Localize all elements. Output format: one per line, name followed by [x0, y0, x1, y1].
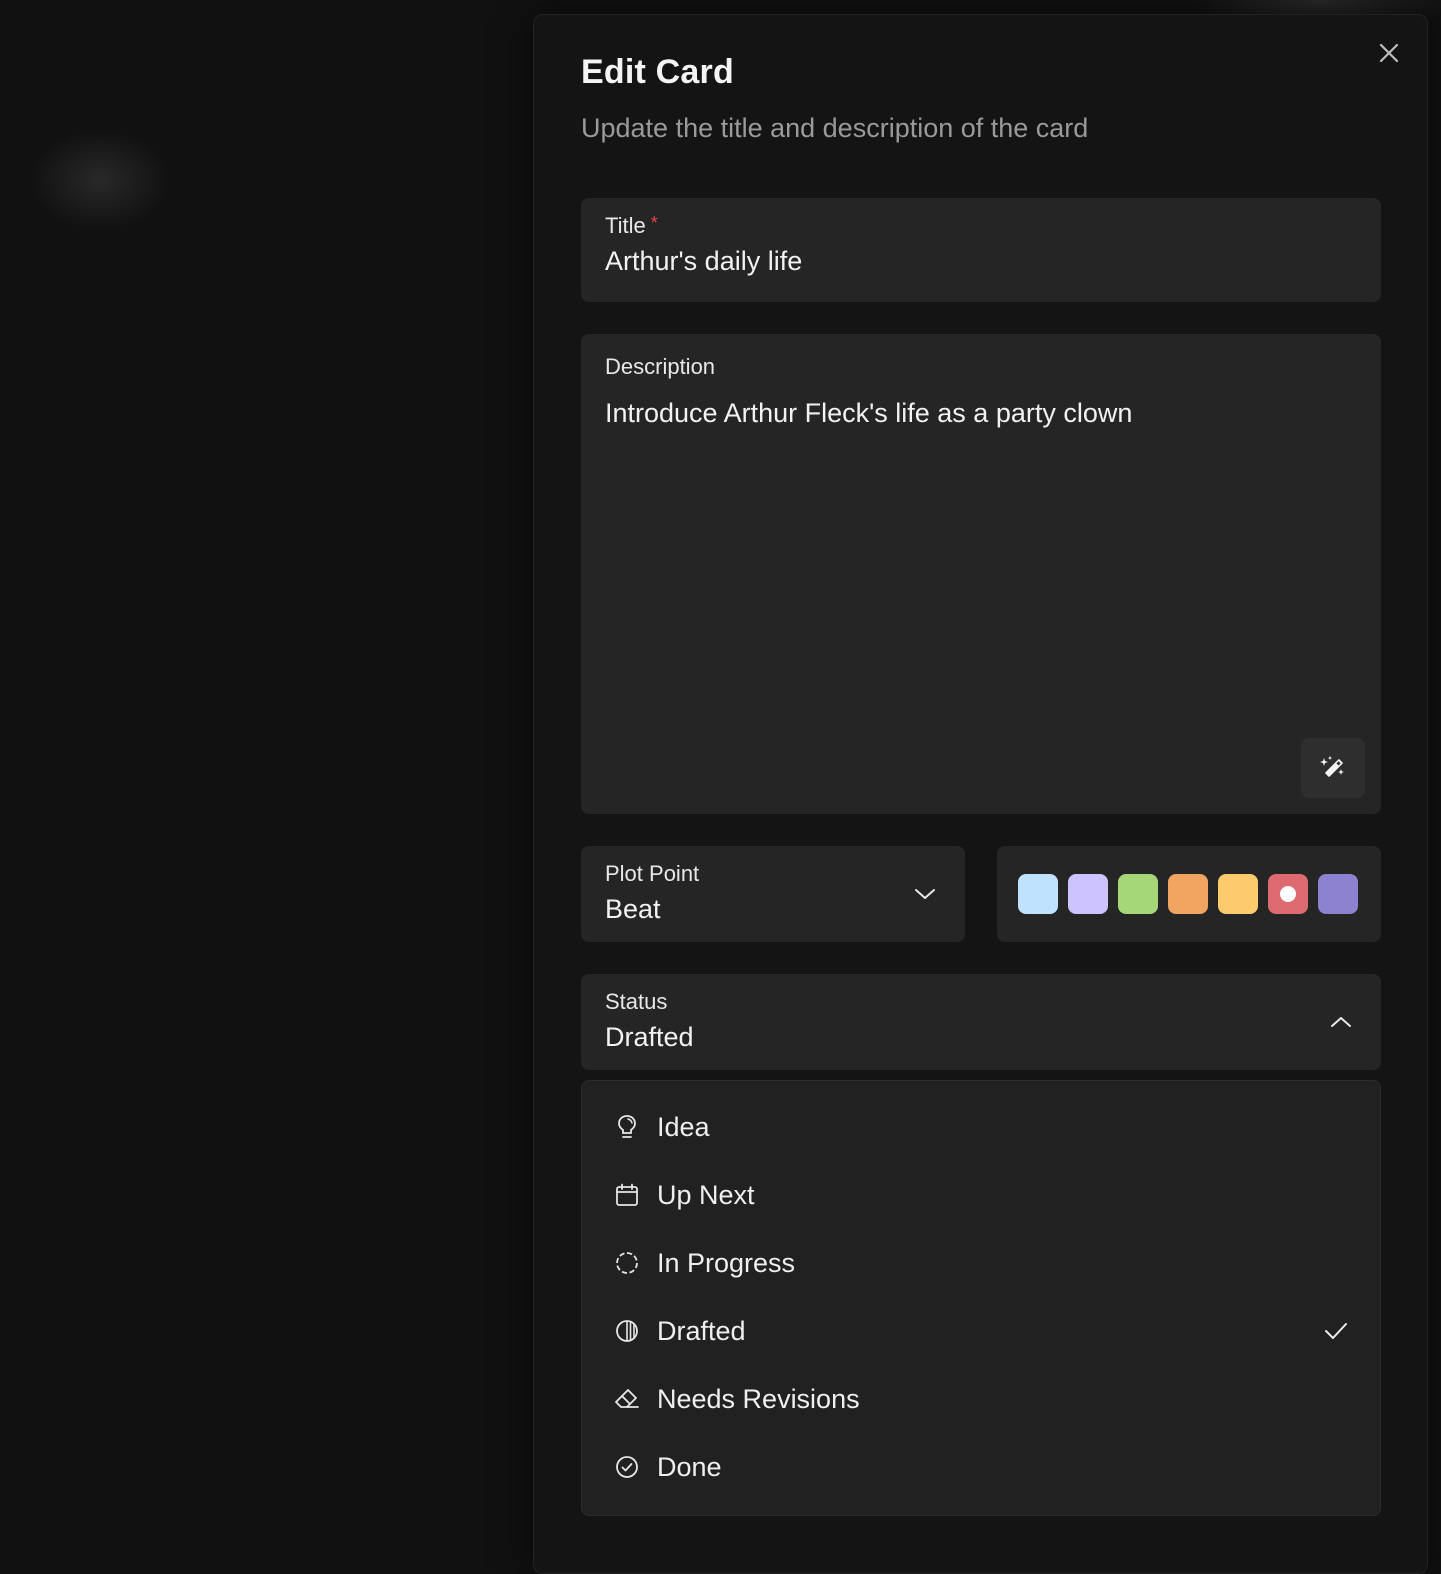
color-swatch-purple[interactable]	[1318, 874, 1358, 914]
color-swatch-red[interactable]	[1268, 874, 1308, 914]
status-option-label: Done	[657, 1452, 722, 1483]
color-swatch-yellow[interactable]	[1218, 874, 1258, 914]
title-label: Title*	[605, 213, 658, 239]
status-option-drafted[interactable]: Drafted	[582, 1297, 1380, 1365]
status-option-up-next[interactable]: Up Next	[582, 1161, 1380, 1229]
chevron-up-icon	[1329, 1010, 1353, 1034]
status-option-label: Idea	[657, 1112, 710, 1143]
ai-generate-button[interactable]	[1301, 738, 1365, 798]
color-swatch-orange[interactable]	[1168, 874, 1208, 914]
color-picker	[997, 846, 1381, 942]
chevron-down-icon	[913, 882, 937, 906]
description-textarea[interactable]: Introduce Arthur Fleck's life as a party…	[605, 398, 1132, 429]
check-circle-icon	[614, 1454, 640, 1480]
status-option-label: In Progress	[657, 1248, 795, 1279]
status-option-label: Up Next	[657, 1180, 755, 1211]
plot-point-select[interactable]: Plot Point Beat	[581, 846, 965, 942]
magic-wand-icon	[1319, 754, 1347, 782]
edit-card-dialog: Edit Card Update the title and descripti…	[533, 14, 1428, 1574]
half-circle-icon	[614, 1318, 640, 1344]
dialog-title: Edit Card	[581, 53, 734, 92]
status-option-done[interactable]: Done	[582, 1433, 1380, 1501]
eraser-icon	[614, 1386, 640, 1412]
title-input[interactable]: Arthur's daily life	[605, 246, 802, 277]
lightbulb-icon	[614, 1114, 640, 1140]
status-option-idea[interactable]: Idea	[582, 1093, 1380, 1161]
status-select[interactable]: Status Drafted	[581, 974, 1381, 1070]
status-option-label: Drafted	[657, 1316, 746, 1347]
plot-point-label: Plot Point	[605, 861, 699, 887]
selected-color-dot	[1280, 886, 1296, 902]
status-option-label: Needs Revisions	[657, 1384, 860, 1415]
plot-point-value: Beat	[605, 894, 661, 925]
color-swatch-lavender[interactable]	[1068, 874, 1108, 914]
close-button[interactable]	[1377, 41, 1401, 65]
status-option-in-progress[interactable]: In Progress	[582, 1229, 1380, 1297]
title-field[interactable]: Title* Arthur's daily life	[581, 198, 1381, 302]
color-swatch-green[interactable]	[1118, 874, 1158, 914]
status-option-needs-revisions[interactable]: Needs Revisions	[582, 1365, 1380, 1433]
dialog-subtitle: Update the title and description of the …	[581, 113, 1088, 144]
description-field[interactable]: Description Introduce Arthur Fleck's lif…	[581, 334, 1381, 814]
status-dropdown-menu: Idea Up Next In Progress Drafted	[581, 1080, 1381, 1516]
description-label: Description	[605, 354, 715, 380]
title-label-text: Title	[605, 213, 646, 238]
required-marker: *	[651, 213, 658, 233]
status-label: Status	[605, 989, 667, 1015]
selected-check-icon	[1322, 1317, 1350, 1345]
status-value: Drafted	[605, 1022, 694, 1053]
close-icon	[1378, 42, 1400, 64]
calendar-icon	[614, 1182, 640, 1208]
dashed-circle-icon	[614, 1250, 640, 1276]
color-swatch-light-blue[interactable]	[1018, 874, 1058, 914]
